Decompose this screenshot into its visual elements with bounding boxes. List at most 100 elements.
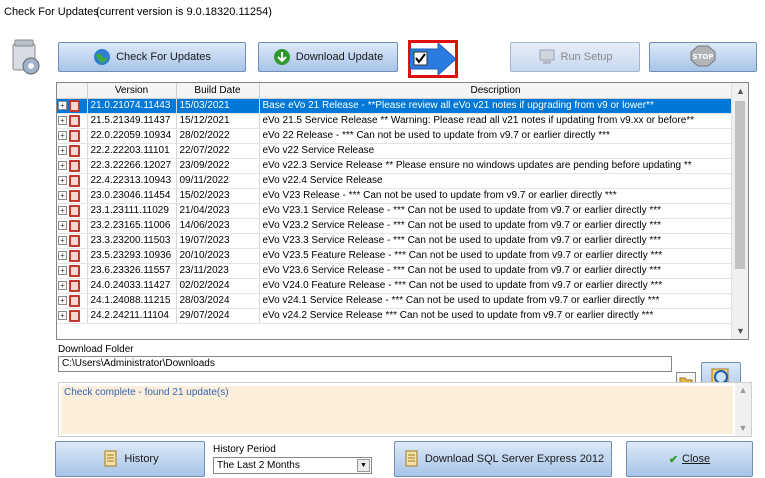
grid-scrollbar[interactable]: ▲ ▼ (731, 83, 748, 339)
table-row[interactable]: +24.2.24211.11104 29/07/2024 eVo v24.2 Ser… (57, 308, 733, 324)
cell-version: 23.5.23293.10936 (87, 248, 177, 264)
row-expand-cell[interactable]: + (57, 233, 88, 249)
updates-table: Version Build Date Description +21.0.210… (57, 83, 733, 324)
table-row[interactable]: +22.2.22203.11101 22/07/2022 eVo v22 Servi… (57, 143, 733, 159)
cell-build-date: 23/11/2023 (176, 263, 260, 279)
row-expand-cell[interactable]: + (57, 188, 88, 204)
download-sql-button[interactable]: Download SQL Server Express 2012 (394, 441, 612, 477)
table-row[interactable]: +23.3.23200.11503 19/07/2023 eVo V23.3 Ser… (57, 233, 733, 249)
download-sql-label: Download SQL Server Express 2012 (424, 453, 605, 465)
cell-build-date: 09/11/2022 (176, 173, 260, 189)
column-header-description[interactable]: Description (259, 83, 733, 99)
table-row[interactable]: +23.1.23111.11029 21/04/2023 eVo V23.1 Ser… (57, 203, 733, 219)
updates-grid: Version Build Date Description +21.0.210… (56, 82, 749, 340)
expand-icon[interactable]: + (58, 116, 67, 125)
chevron-down-icon[interactable]: ▼ (357, 459, 370, 472)
status-scroll-down-icon[interactable]: ▼ (735, 423, 751, 433)
download-folder-field[interactable]: C:\Users\Administrator\Downloads (58, 356, 672, 372)
history-button[interactable]: History (55, 441, 205, 477)
row-expand-cell[interactable]: + (57, 98, 88, 114)
table-row[interactable]: +23.0.23046.11454 15/02/2023 eVo V23 Relea… (57, 188, 733, 204)
expand-icon[interactable]: + (58, 266, 67, 275)
table-row[interactable]: +23.2.23165.11006 14/06/2023 eVo V23.2 Ser… (57, 218, 733, 234)
checkbox-arrow-icon[interactable] (409, 41, 457, 77)
expand-icon[interactable]: + (58, 176, 67, 185)
check-for-updates-button[interactable]: Check For Updates (58, 42, 246, 72)
expand-icon[interactable]: + (58, 206, 67, 215)
expand-icon[interactable]: + (58, 101, 67, 110)
row-expand-cell[interactable]: + (57, 218, 88, 234)
scroll-up-icon[interactable]: ▲ (732, 83, 748, 99)
release-document-icon (69, 99, 80, 112)
table-row[interactable]: +24.0.24033.11427 02/02/2024 eVo V24.0 Fea… (57, 278, 733, 294)
cell-version: 23.3.23200.11503 (87, 233, 177, 249)
table-row[interactable]: +24.1.24088.11215 28/03/2024 eVo v24.1 Ser… (57, 293, 733, 309)
expand-icon[interactable]: + (58, 146, 67, 155)
expand-icon[interactable]: + (58, 281, 67, 290)
cell-build-date: 15/03/2021 (176, 98, 260, 114)
cell-build-date: 23/09/2022 (176, 158, 260, 174)
row-expand-cell[interactable]: + (57, 203, 88, 219)
title-bar: Check For Updates (current version is 9.… (0, 0, 765, 22)
computer-icon (538, 48, 556, 66)
cell-version: 21.5.21349.11437 (87, 113, 177, 129)
cell-version: 24.0.24033.11427 (87, 278, 177, 294)
expand-icon[interactable]: + (58, 236, 67, 245)
check-for-updates-label: Check For Updates (116, 51, 211, 63)
close-button[interactable]: ✔ Close (626, 441, 753, 477)
row-expand-cell[interactable]: + (57, 173, 88, 189)
table-row[interactable]: +23.5.23293.10936 20/10/2023 eVo V23.5 Fea… (57, 248, 733, 264)
history-period-select[interactable]: The Last 2 Months ▼ (213, 457, 372, 474)
cell-build-date: 20/10/2023 (176, 248, 260, 264)
cell-build-date: 19/07/2023 (176, 233, 260, 249)
row-expand-cell[interactable]: + (57, 293, 88, 309)
release-document-icon (69, 159, 80, 172)
expand-icon[interactable]: + (58, 296, 67, 305)
row-expand-cell[interactable]: + (57, 158, 88, 174)
cell-description: eVo V23.2 Service Release - *** Can not … (259, 218, 733, 234)
cell-description: eVo V23 Release - *** Can not be used to… (259, 188, 733, 204)
expand-icon[interactable]: + (58, 131, 67, 140)
table-row[interactable]: +21.5.21349.11437 15/12/2021 eVo 21.5 Serv… (57, 113, 733, 129)
cell-description: eVo v22.3 Service Release ** Please ensu… (259, 158, 733, 174)
row-expand-cell[interactable]: + (57, 263, 88, 279)
run-setup-button[interactable]: Run Setup (510, 42, 640, 72)
status-scroll-up-icon[interactable]: ▲ (735, 385, 751, 395)
cell-description: Base eVo 21 Release - **Please review al… (259, 98, 733, 114)
expand-icon[interactable]: + (58, 191, 67, 200)
column-header-build-date[interactable]: Build Date (176, 83, 260, 99)
release-document-icon (69, 114, 80, 127)
expand-icon[interactable]: + (58, 311, 67, 320)
status-scrollbar[interactable]: ▲ ▼ (735, 383, 751, 436)
column-header-version[interactable]: Version (87, 83, 177, 99)
cell-description: eVo v24.2 Service Release *** Can not be… (259, 308, 733, 324)
stop-button[interactable]: STOP (649, 42, 757, 72)
table-row[interactable]: +23.6.23326.11557 23/11/2023 eVo V23.6 Ser… (57, 263, 733, 279)
row-expand-cell[interactable]: + (57, 278, 88, 294)
scroll-thumb[interactable] (735, 101, 745, 269)
release-document-icon (69, 294, 80, 307)
cell-description: eVo 22 Release - *** Can not be used to … (259, 128, 733, 144)
cell-build-date: 21/04/2023 (176, 203, 260, 219)
expand-icon[interactable]: + (58, 161, 67, 170)
cell-version: 23.2.23165.11006 (87, 218, 177, 234)
window-title: Check For Updates (4, 6, 99, 18)
row-expand-cell[interactable]: + (57, 143, 88, 159)
cell-build-date: 02/02/2024 (176, 278, 260, 294)
table-row[interactable]: +21.0.21074.11443 15/03/2021 Base eVo 21 R… (57, 98, 733, 114)
expand-icon[interactable]: + (58, 221, 67, 230)
table-row[interactable]: +22.0.22059.10934 28/02/2022 eVo 22 Releas… (57, 128, 733, 144)
table-row[interactable]: +22.4.22313.10943 09/11/2022 eVo v22.4 Ser… (57, 173, 733, 189)
table-row[interactable]: +22.3.22266.12027 23/09/2022 eVo v22.3 Ser… (57, 158, 733, 174)
cell-description: eVo v24.1 Service Release - *** Can not … (259, 293, 733, 309)
download-update-button[interactable]: Download Update (258, 42, 398, 72)
row-expand-cell[interactable]: + (57, 248, 88, 264)
scroll-down-icon[interactable]: ▼ (732, 323, 748, 339)
row-expand-cell[interactable]: + (57, 308, 88, 324)
release-document-icon (69, 249, 80, 262)
row-expand-cell[interactable]: + (57, 128, 88, 144)
cell-build-date: 22/07/2022 (176, 143, 260, 159)
cell-version: 23.1.23111.11029 (87, 203, 177, 219)
row-expand-cell[interactable]: + (57, 113, 88, 129)
expand-icon[interactable]: + (58, 251, 67, 260)
